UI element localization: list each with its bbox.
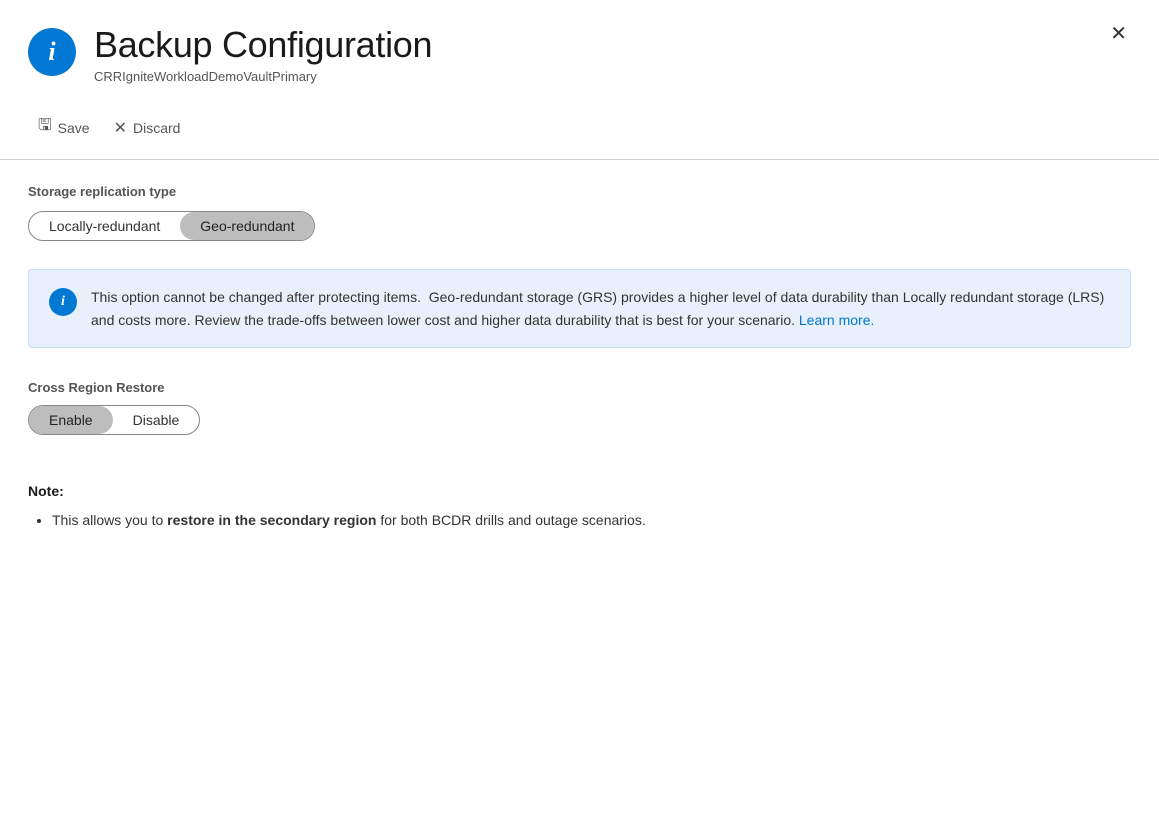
- info-box-text-content: This option cannot be changed after prot…: [91, 289, 1104, 327]
- note-section: Note: This allows you to restore in the …: [28, 483, 1131, 531]
- toggle-enable[interactable]: Enable: [29, 406, 113, 434]
- discard-button[interactable]: ✕ Discard: [104, 112, 191, 144]
- save-button[interactable]: 🖫 Save: [28, 108, 100, 147]
- close-button[interactable]: ✕: [1102, 20, 1135, 48]
- storage-replication-toggle-group: Locally-redundant Geo-redundant: [28, 211, 315, 241]
- header-text: Backup Configuration CRRIgniteWorkloadDe…: [94, 24, 1131, 84]
- save-icon: 🖫: [38, 114, 52, 141]
- storage-replication-section: Storage replication type Locally-redunda…: [28, 184, 1131, 269]
- info-box: i This option cannot be changed after pr…: [28, 269, 1131, 348]
- dialog-header: i Backup Configuration CRRIgniteWorkload…: [0, 0, 1159, 100]
- info-icon-large: i: [28, 28, 76, 76]
- dialog-subtitle: CRRIgniteWorkloadDemoVaultPrimary: [94, 69, 1131, 84]
- note-text-before: This allows you to: [52, 512, 167, 528]
- toggle-disable[interactable]: Disable: [113, 406, 200, 434]
- storage-replication-label: Storage replication type: [28, 184, 1131, 199]
- list-item: This allows you to restore in the second…: [52, 509, 1131, 531]
- main-content: Storage replication type Locally-redunda…: [0, 160, 1159, 555]
- info-box-text: This option cannot be changed after prot…: [91, 286, 1110, 331]
- backup-configuration-dialog: i Backup Configuration CRRIgniteWorkload…: [0, 0, 1159, 830]
- discard-label: Discard: [133, 120, 180, 136]
- note-list: This allows you to restore in the second…: [28, 509, 1131, 531]
- cross-region-restore-toggle-group: Enable Disable: [28, 405, 200, 435]
- note-text-after: for both BCDR drills and outage scenario…: [376, 512, 645, 528]
- note-bold-text: restore in the secondary region: [167, 512, 376, 528]
- discard-icon: ✕: [114, 118, 127, 138]
- toolbar: 🖫 Save ✕ Discard: [0, 100, 1159, 159]
- info-box-icon: i: [49, 288, 77, 316]
- toggle-locally-redundant[interactable]: Locally-redundant: [29, 212, 180, 240]
- cross-region-restore-label: Cross Region Restore: [28, 380, 1131, 395]
- save-label: Save: [58, 120, 90, 136]
- learn-more-link[interactable]: Learn more.: [799, 312, 874, 328]
- note-title: Note:: [28, 483, 1131, 499]
- dialog-title: Backup Configuration: [94, 24, 1131, 65]
- cross-region-restore-section: Cross Region Restore Enable Disable: [28, 380, 1131, 463]
- toggle-geo-redundant[interactable]: Geo-redundant: [180, 212, 314, 240]
